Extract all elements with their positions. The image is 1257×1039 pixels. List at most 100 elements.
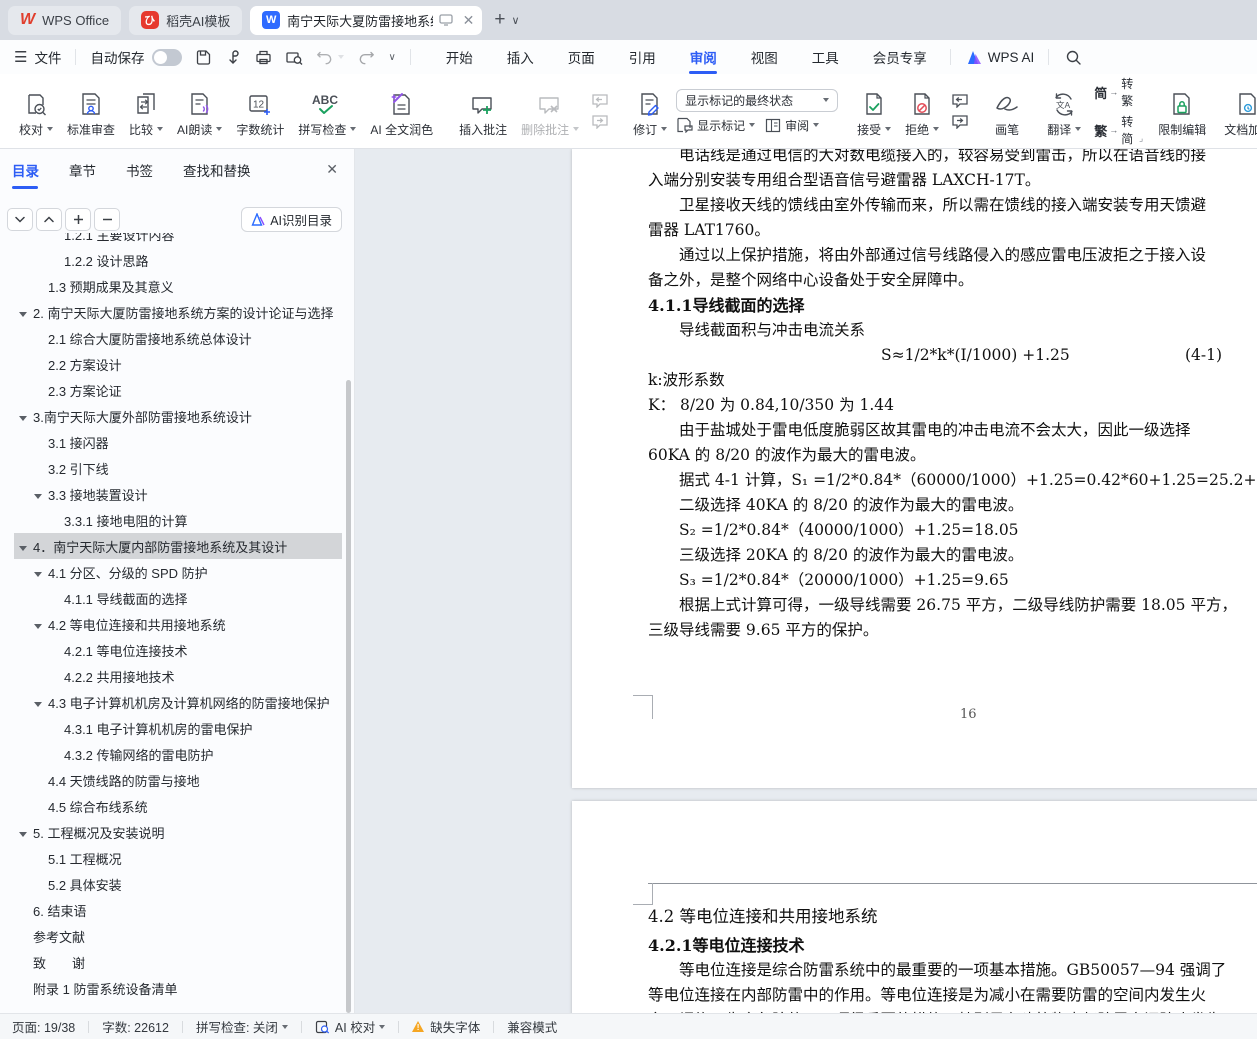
toc-item[interactable]: 4.2 等电位连接和共用接地系统: [14, 611, 342, 637]
tab-daoke-templates[interactable]: 稻壳AI模板: [129, 6, 242, 35]
toc-item[interactable]: 4.3.2 传输网络的雷电防护: [14, 741, 342, 767]
toc-collapse-arrow-icon[interactable]: [34, 695, 48, 710]
standard-review-button[interactable]: 标准审查: [60, 74, 122, 148]
ai-recognize-toc-button[interactable]: AI识别目录: [241, 207, 342, 232]
zoom-out-level-button[interactable]: [94, 208, 120, 231]
sidebar-scrollbar[interactable]: [346, 380, 351, 1013]
document-canvas[interactable]: 电话线是通过电信的大对数电缆接入的，较容易受到雷击，所以在语音线的接入端分别安装…: [356, 149, 1257, 1013]
translate-button[interactable]: 文A 翻译: [1040, 74, 1088, 148]
autosave-toggle[interactable]: [152, 49, 182, 66]
previous-change-icon[interactable]: [951, 93, 969, 108]
tab-document[interactable]: W 南宁天际大夏防雷接地系统设: [250, 6, 482, 35]
close-tab-icon[interactable]: [463, 12, 475, 29]
file-menu[interactable]: 文件: [34, 47, 61, 67]
toc-item[interactable]: 5.1 工程概况: [14, 845, 342, 871]
group-expand-icon[interactable]: ⌟: [1139, 133, 1143, 144]
toc-item[interactable]: 4．南宁天际大厦内部防雷接地系统及其设计: [14, 533, 342, 559]
toc-collapse-arrow-icon[interactable]: [19, 305, 33, 320]
spell-check-button[interactable]: ABC 拼写检查: [291, 74, 363, 148]
toc-collapse-arrow-icon[interactable]: [34, 487, 48, 502]
menu-item-7[interactable]: 会员专享: [856, 40, 944, 74]
menu-item-6[interactable]: 工具: [795, 40, 856, 74]
toc-item[interactable]: 2. 南宁天际大厦防雷接地系统方案的设计论证与选择: [14, 299, 342, 325]
toc-item[interactable]: 3.3 接地装置设计: [14, 481, 342, 507]
toc-item[interactable]: 附录 1 防雷系统设备清单: [14, 975, 342, 1001]
toc-item[interactable]: 2.3 方案论证: [14, 377, 342, 403]
toc-collapse-arrow-icon[interactable]: [19, 825, 33, 840]
brush-button[interactable]: 画笔: [986, 74, 1028, 148]
toc-item[interactable]: 5. 工程概况及安装说明: [14, 819, 342, 845]
document-page-16[interactable]: 电话线是通过电信的大对数电缆接入的，较容易受到雷击，所以在语音线的接入端分别安装…: [572, 149, 1257, 788]
wps-ai-button[interactable]: WPS AI: [965, 50, 1035, 65]
toc-item[interactable]: 1.3 预期成果及其意义: [14, 273, 342, 299]
open-in-window-icon[interactable]: [439, 14, 453, 26]
accept-button[interactable]: 接受: [850, 74, 898, 148]
toc-item[interactable]: 6. 结束语: [14, 897, 342, 923]
toc-collapse-arrow-icon[interactable]: [34, 565, 48, 580]
tab-list-chevron-icon[interactable]: [511, 14, 519, 27]
toc-collapse-arrow-icon[interactable]: [19, 539, 33, 554]
next-change-icon[interactable]: [951, 114, 969, 129]
menu-item-4[interactable]: 审阅: [673, 40, 734, 74]
export-pdf-icon[interactable]: [225, 49, 242, 66]
menu-item-2[interactable]: 页面: [551, 40, 612, 74]
toc-collapse-arrow-icon[interactable]: [34, 617, 48, 632]
toc-item[interactable]: 致 谢: [14, 949, 342, 975]
missing-font-warning[interactable]: 缺失字体: [406, 1017, 486, 1036]
toc-item[interactable]: 3.南宁天际大厦外部防雷接地系统设计: [14, 403, 342, 429]
print-preview-icon[interactable]: [285, 49, 303, 66]
sidebar-tab-3[interactable]: 查找和替换: [183, 160, 251, 183]
collapse-all-button[interactable]: [36, 208, 62, 231]
toc-item[interactable]: 3.2 引下线: [14, 455, 342, 481]
save-icon[interactable]: [195, 49, 212, 66]
ai-read-aloud-button[interactable]: AI朗读: [170, 74, 229, 148]
menu-item-1[interactable]: 插入: [490, 40, 551, 74]
toc-item[interactable]: 4.4 天馈线路的防雷与接地: [14, 767, 342, 793]
hamburger-icon[interactable]: [14, 48, 27, 66]
toc-item[interactable]: 4.3 电子计算机机房及计算机网络的防雷接地保护: [14, 689, 342, 715]
sidebar-close-icon[interactable]: [326, 161, 338, 178]
menu-item-5[interactable]: 视图: [734, 40, 795, 74]
sidebar-tab-1[interactable]: 章节: [69, 160, 96, 183]
spellcheck-status[interactable]: 拼写检查: 关闭: [190, 1017, 294, 1036]
to-simplified-button[interactable]: 繁 → 转简: [1094, 113, 1133, 147]
toc-item[interactable]: 4.1.1 导线截面的选择: [14, 585, 342, 611]
show-markup-button[interactable]: 显示标记: [676, 117, 755, 134]
toc-item[interactable]: 4.5 综合布线系统: [14, 793, 342, 819]
print-icon[interactable]: [255, 49, 272, 66]
toc-collapse-arrow-icon[interactable]: [19, 409, 33, 424]
toc-item[interactable]: 4.2.2 共用接地技术: [14, 663, 342, 689]
menu-item-0[interactable]: 开始: [429, 40, 490, 74]
restrict-edit-button[interactable]: 限制编辑: [1151, 74, 1213, 148]
sidebar-tab-2[interactable]: 书签: [126, 160, 153, 183]
toc-item[interactable]: 3.1 接闪器: [14, 429, 342, 455]
sidebar-tab-0[interactable]: 目录: [12, 160, 39, 183]
toc-item[interactable]: 参考文献: [14, 923, 342, 949]
ai-proofread-status[interactable]: AI 校对: [309, 1017, 391, 1036]
review-pane-button[interactable]: 审阅: [765, 117, 819, 134]
proofread-button[interactable]: 校对: [12, 74, 60, 148]
markup-state-select[interactable]: 显示标记的最终状态: [676, 89, 838, 112]
toc-item[interactable]: 4.3.1 电子计算机机房的雷电保护: [14, 715, 342, 741]
toc-item[interactable]: 3.3.1 接地电阻的计算: [14, 507, 342, 533]
track-changes-button[interactable]: 修订: [626, 74, 674, 148]
toc-item[interactable]: 4.2.1 等电位连接技术: [14, 637, 342, 663]
search-icon[interactable]: [1065, 49, 1082, 66]
toc-item[interactable]: 5.2 具体安装: [14, 871, 342, 897]
toc-item[interactable]: 4.1 分区、分级的 SPD 防护: [14, 559, 342, 585]
document-page-17[interactable]: 4.2 等电位连接和共用接地系统4.2.1等电位连接技术等电位连接是综合防雷系统…: [572, 801, 1257, 1013]
ai-polish-button[interactable]: AI 全文润色: [363, 74, 440, 148]
toc-item[interactable]: 2.1 综合大厦防雷接地系统总体设计: [14, 325, 342, 351]
autosave-control[interactable]: 自动保存: [90, 47, 182, 67]
to-traditional-button[interactable]: 简 → 转繁: [1094, 75, 1133, 109]
reject-button[interactable]: 拒绝: [898, 74, 946, 148]
tab-wps-office[interactable]: W WPS Office: [8, 6, 121, 35]
doc-encrypt-button[interactable]: 文档加密: [1213, 74, 1257, 148]
toc-item[interactable]: 1.2.1 主要设计内容: [14, 233, 342, 247]
word-count-button[interactable]: 12 字数统计: [229, 74, 291, 148]
menu-item-3[interactable]: 引用: [612, 40, 673, 74]
insert-comment-button[interactable]: 插入批注: [452, 74, 514, 148]
toc-item[interactable]: 1.2.2 设计思路: [14, 247, 342, 273]
toc-item[interactable]: 2.2 方案设计: [14, 351, 342, 377]
quick-access-chevron-icon[interactable]: [388, 52, 395, 63]
